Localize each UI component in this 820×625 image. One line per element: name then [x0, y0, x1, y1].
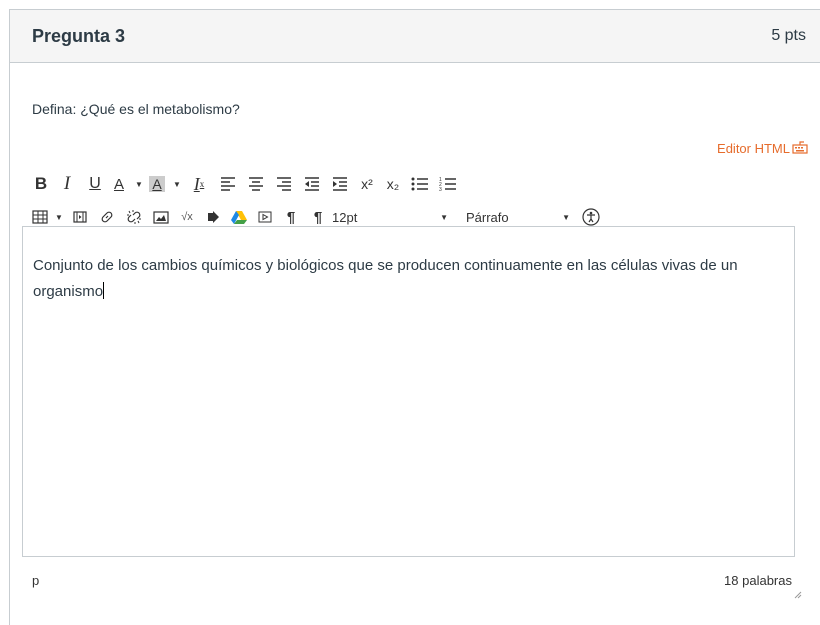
rich-text-editor[interactable]: Conjunto de los cambios químicos y bioló…	[22, 226, 795, 557]
lti-tool-arrow-icon[interactable]	[200, 206, 226, 228]
question-points: 5 pts	[771, 27, 806, 44]
rtl-paragraph-icon[interactable]: ¶	[304, 206, 332, 228]
word-count: 18 palabras	[724, 573, 792, 588]
svg-text:3: 3	[439, 187, 442, 192]
font-color-button[interactable]: A	[108, 173, 130, 195]
editor-content: Conjunto de los cambios químicos y bioló…	[33, 257, 738, 300]
resize-handle-icon[interactable]	[794, 586, 802, 599]
background-color-dropdown-icon[interactable]: ▼	[170, 173, 184, 195]
unlink-icon[interactable]	[120, 206, 148, 228]
media-icon[interactable]	[66, 206, 94, 228]
block-format-value: Párrafo	[466, 209, 509, 225]
chevron-down-icon: ▼	[562, 212, 570, 222]
outdent-icon[interactable]	[298, 173, 326, 195]
text-cursor	[103, 282, 105, 299]
ltr-paragraph-icon[interactable]: ¶	[278, 206, 304, 228]
question-header: Pregunta 3 5 pts	[10, 10, 820, 63]
font-size-select[interactable]: 12pt ▼	[332, 206, 448, 228]
equation-icon[interactable]: √x	[174, 206, 200, 228]
image-icon[interactable]	[148, 206, 174, 228]
font-color-dropdown-icon[interactable]: ▼	[132, 173, 146, 195]
background-color-label: A	[149, 176, 165, 192]
link-icon[interactable]	[94, 206, 120, 228]
question-prompt: Defina: ¿Qué es el metabolismo?	[32, 101, 240, 117]
clear-formatting-button[interactable]: Ix	[184, 173, 214, 195]
google-drive-icon[interactable]	[226, 206, 252, 228]
table-icon[interactable]	[30, 206, 50, 228]
bulleted-list-icon[interactable]	[406, 173, 434, 195]
font-size-value: 12pt	[332, 209, 358, 225]
numbered-list-icon[interactable]: 123	[434, 173, 462, 195]
align-left-icon[interactable]	[214, 173, 242, 195]
editor-toolbar-row-2: ▼ √x ¶ ¶ 12pt ▼ Párrafo ▼	[30, 206, 602, 228]
table-dropdown-icon[interactable]: ▼	[52, 206, 66, 228]
chevron-down-icon: ▼	[440, 212, 448, 222]
background-color-button[interactable]: A	[146, 173, 168, 195]
block-format-select[interactable]: Párrafo ▼	[466, 206, 570, 228]
editor-toolbar-row-1: B I U A ▼ A ▼ Ix x² x₂ 123	[30, 173, 462, 195]
keyboard-icon	[792, 140, 808, 157]
accessibility-icon[interactable]	[580, 206, 602, 228]
subscript-button[interactable]: x₂	[380, 173, 406, 195]
question-title: Pregunta 3	[32, 25, 126, 46]
underline-button[interactable]: U	[82, 173, 108, 195]
element-path[interactable]: p	[32, 573, 39, 588]
html-editor-link[interactable]: Editor HTML	[717, 140, 808, 157]
indent-icon[interactable]	[326, 173, 354, 195]
align-right-icon[interactable]	[270, 173, 298, 195]
html-editor-link-label: Editor HTML	[717, 141, 790, 156]
align-center-icon[interactable]	[242, 173, 270, 195]
bold-button[interactable]: B	[30, 173, 52, 195]
video-icon[interactable]	[252, 206, 278, 228]
italic-button[interactable]: I	[52, 173, 82, 195]
superscript-button[interactable]: x²	[354, 173, 380, 195]
